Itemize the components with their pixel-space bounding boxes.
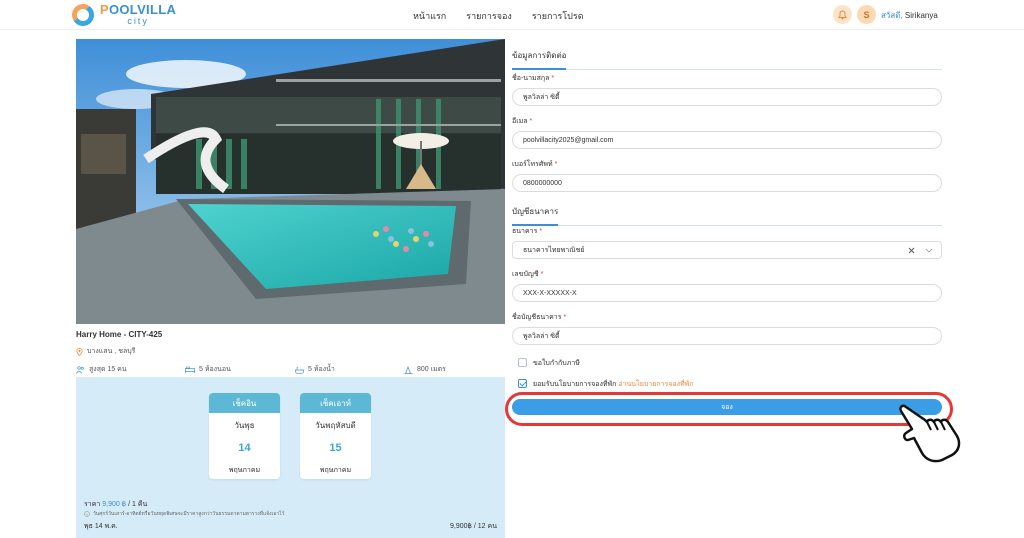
contact-section-title: ข้อมูลการติดต่อ [512,49,567,70]
chevron-down-icon[interactable] [925,248,933,253]
required-mark: * [540,271,544,278]
email-label: อีเมล * [512,116,532,127]
price-per-night: ราคา 9,900 ฿ / 1 คืน [84,499,147,510]
policy-label: ยอมรับนโยบายการจองที่พัก อ่านนโยบายการจอ… [533,379,694,390]
clear-icon[interactable] [908,247,915,254]
booking-summary-panel: เช็คอิน วันพุธ 14 พฤษภาคม เช็คเอาท์ วันพ… [76,377,505,538]
distance-icon [404,365,413,374]
email-label-text: อีเมล [512,118,528,125]
amenity-bedrooms-text: 5 ห้องนอน [199,366,231,373]
required-mark: * [563,314,567,321]
nav-bookings[interactable]: รายการจอง [466,9,512,23]
amenity-distance: 800 เมตร [404,364,446,375]
summary-total: 9,900฿ / 12 คน [449,523,497,530]
policy-checkbox[interactable] [518,379,527,388]
checkout-label: เช็คเอาท์ [300,393,371,413]
checkout-date: 15 [329,442,342,454]
amenity-guests-text: สูงสุด 15 คน [89,366,127,373]
property-photo [76,39,505,324]
checkout-month: พฤษภาคม [319,467,352,474]
required-mark: * [551,75,555,82]
amenity-bathrooms-text: 5 ห้องน้ำ [308,366,335,373]
location-pin-icon [76,347,83,356]
property-location: บางแสน , ชลบุรี [76,346,135,357]
bath-icon [295,366,304,374]
poolvilla-logo[interactable]: POOLVILLA city [72,3,176,26]
required-mark: * [539,228,543,235]
price-value: 9,900 ฿ [102,501,127,508]
bank-section-title: บัญชีธนาคาร [512,205,559,226]
checkout-day: วันพฤหัสบดี [315,421,356,430]
logo-subtitle: city [127,16,149,26]
account-label-text: เลขบัญชี [512,271,539,278]
checkin-day: วันพุธ [234,421,255,430]
bank-select-value: ธนาคารไทยพาณิชย์ [523,246,585,254]
checkin-month: พฤษภาคม [228,467,261,474]
greeting-name: Sirikanya [904,11,938,20]
bank-select[interactable]: ธนาคารไทยพาณิชย์ [512,241,942,259]
checkin-date: 14 [238,442,251,454]
amenity-distance-text: 800 เมตร [417,366,446,373]
notification-bell-icon[interactable] [833,5,852,24]
email-field[interactable]: poolvillacity2025@gmail.com [512,131,942,149]
required-mark: * [529,118,533,125]
amenity-bathrooms: 5 ห้องน้ำ [295,364,335,375]
tax-invoice-label: ขอใบกำกับภาษี [533,360,580,367]
top-navbar: POOLVILLA city หน้าแรก รายการจอง รายการโ… [0,0,1024,30]
price-note-text: วันศุกร์วันเสาร์-อาทิตย์หรือวันหยุดพิเศษ… [93,511,285,517]
account-name-label: ชื่อบัญชีธนาคาร * [512,312,566,323]
checkout-card[interactable]: เช็คเอาท์ วันพฤหัสบดี 15 พฤษภาคม [300,393,371,479]
summary-date: พุธ 14 พ.ค. [84,523,118,530]
bank-label: ธนาคาร * [512,226,542,237]
tax-invoice-checkbox[interactable] [518,358,527,367]
guests-icon [76,365,84,374]
bed-icon [185,366,195,373]
name-label-text: ชื่อ-นามสกุล [512,75,550,82]
user-avatar[interactable]: S [857,5,876,24]
pointing-hand-icon [899,404,961,463]
checkin-card[interactable]: เช็คอิน วันพุธ 14 พฤษภาคม [209,393,280,479]
nav-favorites[interactable]: รายการโปรด [532,9,584,23]
contact-divider [512,69,942,70]
nav-home[interactable]: หน้าแรก [413,9,446,23]
book-button-highlight [505,392,953,426]
price-note: วันศุกร์วันเสาร์-อาทิตย์หรือวันหยุดพิเศษ… [84,510,284,518]
checkin-label: เช็คอิน [209,393,280,413]
user-greeting[interactable]: สวัสดี, Sirikanya [881,9,938,22]
main-nav: หน้าแรก รายการจอง รายการโปรด [413,9,584,23]
logo-accent: P [100,2,109,17]
greeting-hi: สวัสดี, [881,11,903,20]
name-field[interactable]: พูลวิลล่า ซิตี้ [512,88,942,106]
bank-label-text: ธนาคาร [512,228,538,235]
bank-divider [512,225,942,226]
account-label: เลขบัญชี * [512,269,543,280]
logo-mark-icon [72,3,94,26]
price-prefix: ราคา [84,501,101,508]
amenity-bedrooms: 5 ห้องนอน [185,364,231,375]
phone-label: เบอร์โทรศัพท์ * [512,159,557,170]
account-name-label-text: ชื่อบัญชีธนาคาร [512,314,562,321]
account-name-field[interactable]: พูลวิลล่า ซิตี้ [512,327,942,345]
required-mark: * [554,161,558,168]
phone-field[interactable]: 0800000000 [512,174,942,192]
info-icon [84,511,90,517]
price-suffix: / 1 คืน [128,501,148,508]
name-label: ชื่อ-นามสกุล * [512,73,554,84]
phone-label-text: เบอร์โทรศัพท์ [512,161,553,168]
amenity-guests: สูงสุด 15 คน [76,364,127,375]
policy-label-text: ยอมรับนโยบายการจองที่พัก [533,381,617,388]
policy-link[interactable]: อ่านนโยบายการจองที่พัก [618,381,693,388]
logo-wordmark: OOLVILLA [108,2,177,17]
property-name: Harry Home - CITY-425 [76,330,163,339]
location-text: บางแสน , ชลบุรี [87,348,136,355]
account-number-field[interactable]: XXX-X-XXXXX-X [512,284,942,302]
